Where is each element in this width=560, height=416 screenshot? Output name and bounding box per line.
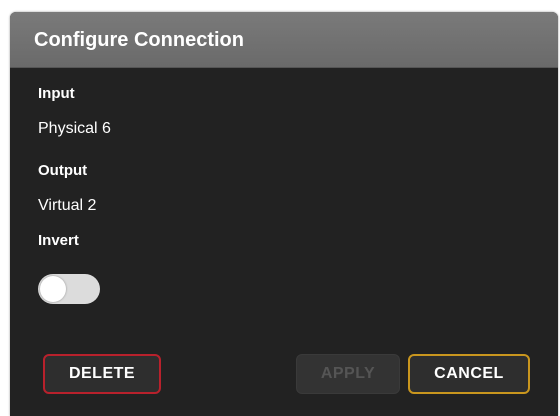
cancel-button[interactable]: CANCEL (408, 354, 530, 394)
delete-button[interactable]: DELETE (43, 354, 161, 394)
toggle-knob (40, 276, 66, 302)
output-label: Output (38, 162, 88, 179)
dialog-header: Configure Connection (10, 12, 558, 68)
invert-label: Invert (38, 232, 79, 249)
invert-toggle[interactable] (38, 274, 100, 304)
dialog-title: Configure Connection (34, 29, 244, 51)
apply-button[interactable]: APPLY (296, 354, 400, 394)
configure-connection-dialog: Configure Connection Input Physical 6 Ou… (10, 12, 558, 416)
input-label: Input (38, 85, 75, 102)
output-value: Virtual 2 (38, 197, 97, 214)
input-value: Physical 6 (38, 120, 111, 137)
